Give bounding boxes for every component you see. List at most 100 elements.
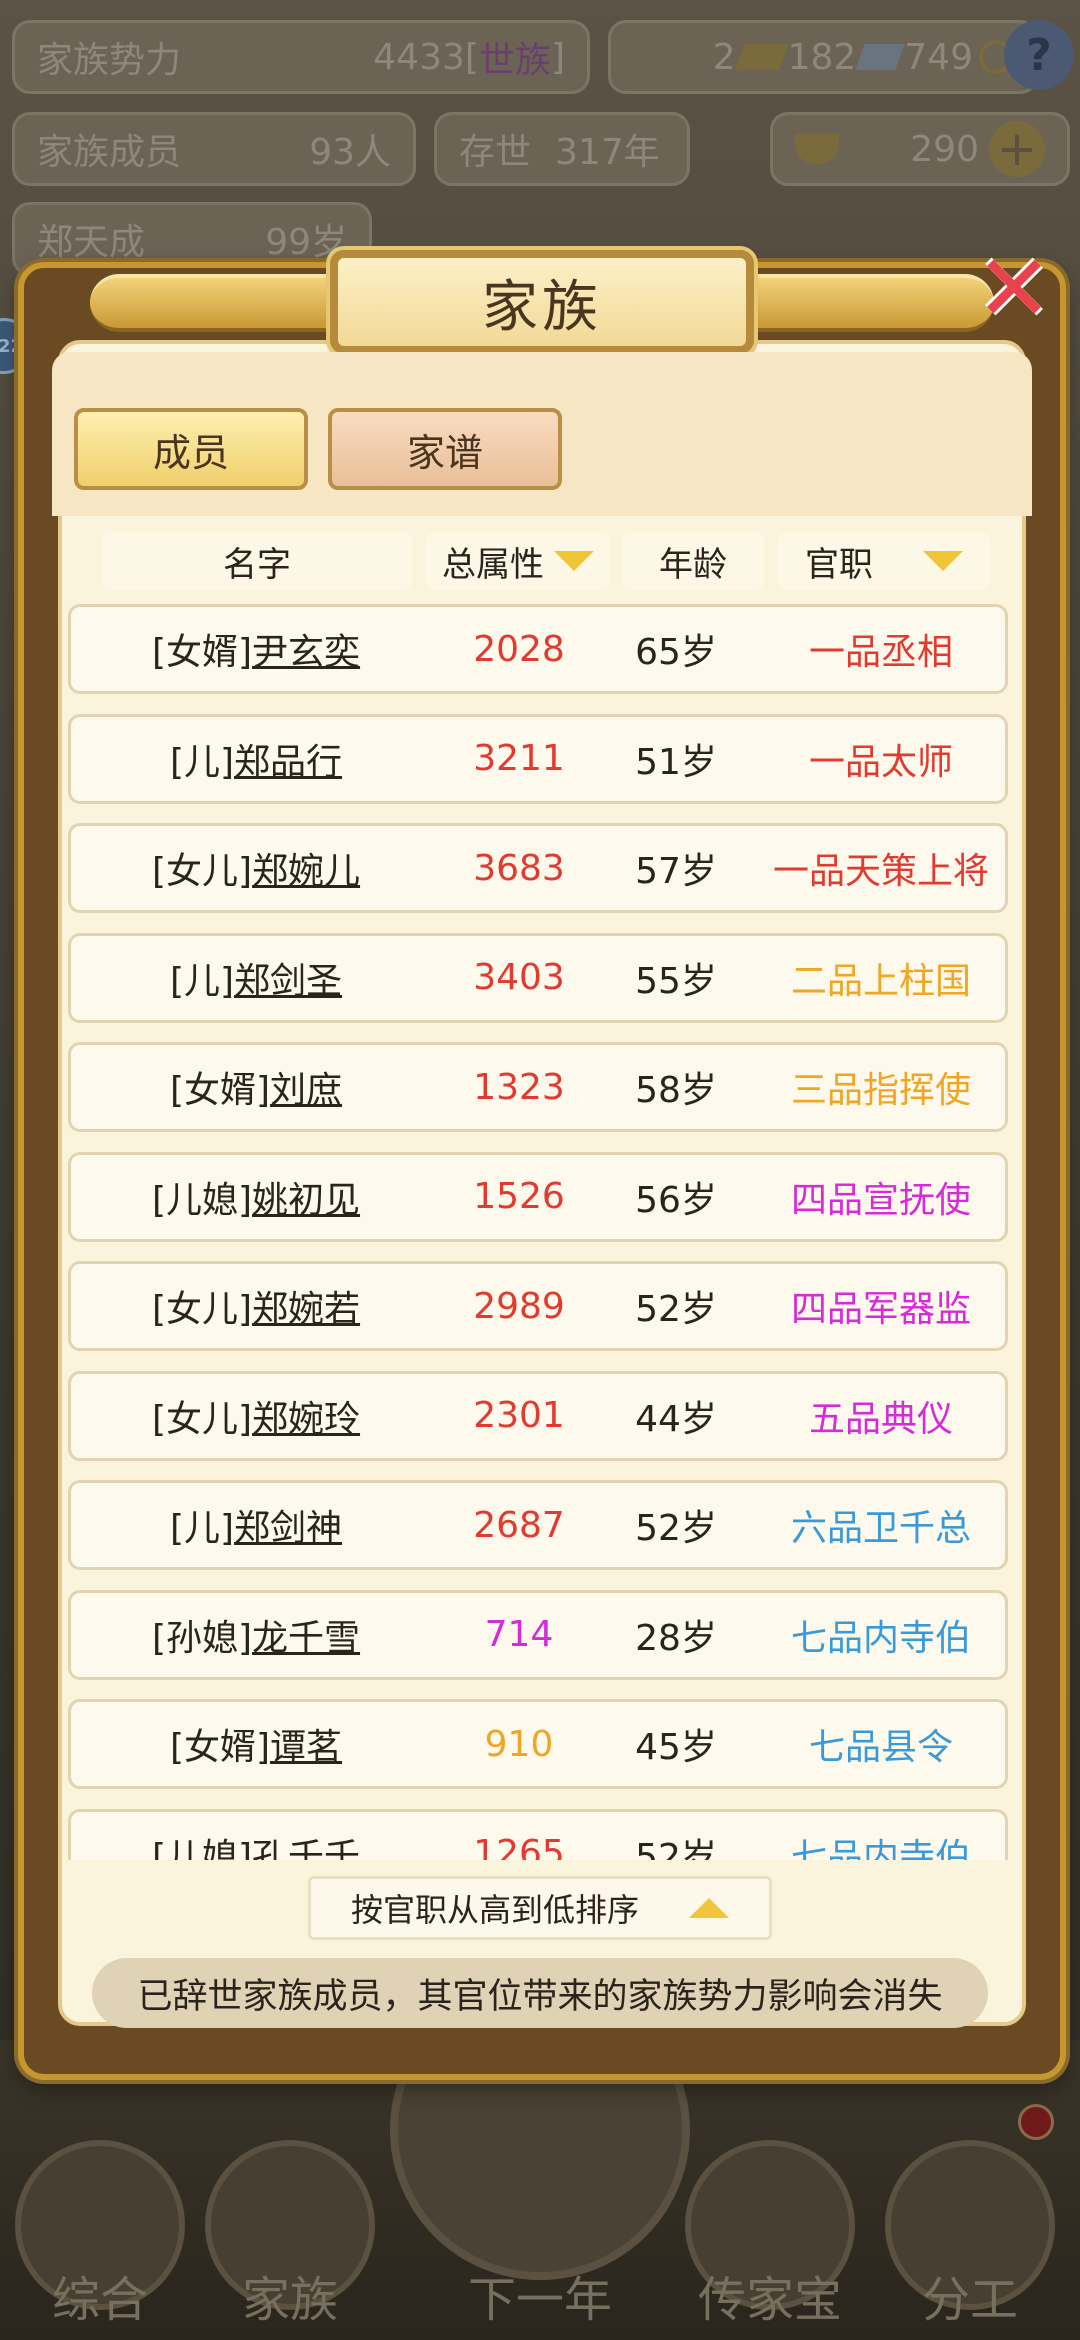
member-rank: 一品太师 — [808, 741, 953, 783]
member-name-link[interactable]: 孔千千 — [252, 1837, 360, 1861]
member-row[interactable]: [女婿]刘庶 1323 58岁 三品指挥使 — [68, 1042, 1008, 1132]
deceased-notice-text: 已辞世家族成员，其官位带来的家族势力影响会消失 — [137, 1976, 943, 2017]
bracket-open: [ — [464, 36, 479, 78]
member-rank: 七品县令 — [808, 1727, 953, 1768]
existence-value: 317年 — [555, 132, 660, 173]
member-rank: 三品指挥使 — [790, 1070, 971, 1111]
member-relation: [儿] — [169, 960, 235, 1002]
column-header-rank[interactable]: 官职 — [778, 532, 990, 590]
member-rank: 一品天策上将 — [772, 851, 989, 892]
member-name-link[interactable]: 郑婉若 — [252, 1289, 360, 1330]
nav-item-overview[interactable]: 综合 — [10, 2120, 190, 2340]
member-rank: 四品宣抚使 — [790, 1179, 971, 1221]
nav-item-family[interactable]: 家族 — [200, 2120, 380, 2340]
member-age: 52岁 — [635, 1289, 717, 1330]
family-power-tier: 世族 — [478, 40, 551, 81]
member-relation: [女婿] — [151, 632, 253, 673]
silver-count: 182 — [787, 36, 857, 78]
member-rank: 四品军器监 — [790, 1289, 971, 1330]
member-rank: 五品典仪 — [808, 1398, 953, 1440]
member-relation: [女婿] — [169, 1727, 271, 1768]
member-total-attr: 2989 — [473, 1285, 565, 1327]
help-icon[interactable]: ? — [1004, 20, 1074, 90]
family-power-value: 4433 — [373, 36, 465, 78]
column-name-label: 名字 — [223, 544, 291, 585]
member-age: 57岁 — [635, 851, 717, 892]
notification-dot — [1018, 2104, 1054, 2140]
member-row[interactable]: [女儿]郑婉若 2989 52岁 四品军器监 — [68, 1261, 1008, 1351]
member-row[interactable]: [儿]郑剑神 2687 52岁 六品卫千总 — [68, 1480, 1008, 1570]
member-relation: [儿] — [169, 1508, 235, 1549]
member-name-cell: [女婿]刘庶 — [71, 1061, 441, 1113]
nav-label-next-year: 下一年 — [467, 2272, 612, 2328]
member-name-link[interactable]: 郑剑圣 — [234, 961, 342, 1002]
member-name-cell: [孙媳]龙千雪 — [71, 1609, 441, 1661]
bracket-close: ] — [550, 36, 565, 78]
column-age-label: 年龄 — [659, 544, 727, 585]
title-wing-right — [754, 274, 994, 332]
member-relation: [孙媳] — [151, 1617, 253, 1659]
ingot-icon — [795, 134, 839, 164]
member-total-attr: 2301 — [473, 1395, 565, 1436]
member-rank: 二品上柱国 — [790, 960, 971, 1002]
member-age: 44岁 — [635, 1398, 717, 1440]
family-power-label: 家族势力 — [37, 40, 182, 81]
bottom-nav: 综合 家族 下一年 传家宝 分工 — [0, 1980, 1080, 2340]
member-name-link[interactable]: 刘庶 — [270, 1070, 342, 1111]
member-name-link[interactable]: 姚初见 — [252, 1180, 360, 1221]
column-attr-label: 总属性 — [442, 544, 544, 585]
gold-bar-icon — [734, 44, 789, 70]
member-name-link[interactable]: 谭茗 — [270, 1727, 342, 1768]
tab-genealogy[interactable]: 家谱 — [328, 408, 562, 490]
member-row[interactable]: [女婿]谭茗 910 45岁 七品县令 — [68, 1699, 1008, 1789]
add-ingot-icon[interactable]: + — [989, 121, 1045, 177]
member-age: 52岁 — [635, 1508, 717, 1549]
member-name-cell: [儿媳]孔千千 — [71, 1828, 441, 1861]
column-header-attr[interactable]: 总属性 — [426, 532, 610, 590]
title-wing-left — [90, 274, 330, 332]
member-row[interactable]: [儿]郑品行 3211 51岁 一品太师 — [68, 713, 1008, 804]
member-name-link[interactable]: 郑剑神 — [234, 1508, 342, 1549]
modal-title: 家族 — [330, 250, 754, 354]
nav-item-heirloom[interactable]: 传家宝 — [680, 2120, 860, 2340]
column-rank-label: 官职 — [805, 544, 873, 585]
ingot-value: 290 — [910, 128, 979, 170]
tab-members[interactable]: 成员 — [74, 408, 308, 490]
nav-item-duties[interactable]: 分工 — [880, 2120, 1060, 2340]
nav-item-next-year[interactable]: 下一年 — [420, 2120, 660, 2340]
member-total-attr: 2028 — [473, 628, 565, 670]
member-row[interactable]: [儿]郑剑圣 3403 55岁 二品上柱国 — [68, 932, 1008, 1023]
member-total-attr: 3403 — [473, 957, 565, 998]
nav-label-duties: 分工 — [921, 2272, 1018, 2328]
member-age: 45岁 — [635, 1727, 717, 1768]
token-count: 749 — [904, 36, 973, 78]
member-name-link[interactable]: 龙千雪 — [252, 1618, 360, 1659]
patriarch-name: 郑天成 — [37, 222, 146, 263]
member-age: 51岁 — [635, 741, 717, 783]
member-row[interactable]: [女儿]郑婉儿 3683 57岁 一品天策上将 — [68, 823, 1008, 913]
member-row[interactable]: [女儿]郑婉玲 2301 44岁 五品典仪 — [68, 1370, 1008, 1461]
member-relation: [儿媳] — [151, 1179, 253, 1221]
member-total-attr: 1323 — [473, 1066, 565, 1108]
member-relation: [女婿] — [169, 1070, 271, 1111]
member-row[interactable]: [儿媳]姚初见 1526 56岁 四品宣抚使 — [68, 1151, 1008, 1242]
nav-label-overview: 综合 — [51, 2272, 148, 2328]
member-row[interactable]: [孙媳]龙千雪 714 28岁 七品内寺伯 — [68, 1589, 1008, 1680]
column-header-name: 名字 — [102, 532, 412, 590]
member-total-attr: 1526 — [473, 1176, 565, 1217]
member-name-link[interactable]: 郑婉玲 — [252, 1399, 360, 1440]
member-row[interactable]: [女婿]尹玄奕 2028 65岁 一品丞相 — [68, 604, 1008, 694]
member-total-attr: 910 — [484, 1723, 554, 1765]
nav-label-family: 家族 — [241, 2272, 338, 2328]
member-name-link[interactable]: 郑婉儿 — [252, 851, 360, 892]
member-list[interactable]: [女婿]尹玄奕 2028 65岁 一品丞相 [儿]郑品行 3211 51岁 一品太师 [女儿]郑… — [66, 604, 1010, 1860]
sort-by-rank-button[interactable]: 按官职从高到低排序 — [308, 1876, 772, 1940]
members-value: 93人 — [309, 132, 391, 173]
member-age: 65岁 — [635, 632, 717, 673]
member-name-link[interactable]: 郑品行 — [234, 742, 342, 783]
close-icon[interactable]: ✕ — [962, 235, 1066, 342]
member-name-link[interactable]: 尹玄奕 — [252, 632, 360, 673]
sort-down-icon — [923, 551, 963, 571]
member-name-cell: [儿]郑剑圣 — [71, 952, 441, 1004]
member-row[interactable]: [儿媳]孔千千 1265 52岁 七品内寺伯 — [68, 1808, 1008, 1861]
